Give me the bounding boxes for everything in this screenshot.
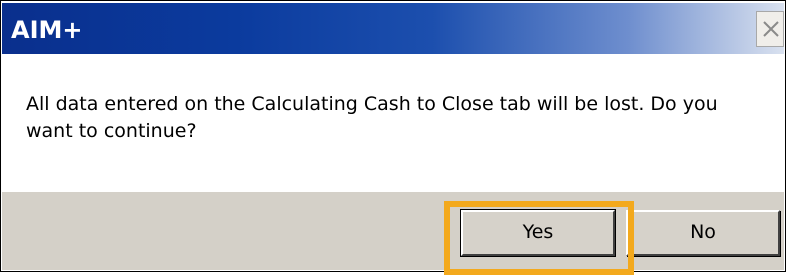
dialog-message: All data entered on the Calculating Cash… bbox=[26, 93, 718, 142]
close-button[interactable] bbox=[756, 11, 784, 47]
no-button[interactable]: No bbox=[626, 210, 780, 256]
button-bar: Yes No bbox=[2, 192, 784, 270]
close-icon bbox=[763, 21, 779, 37]
title-bar: AIM+ bbox=[2, 3, 784, 54]
confirm-dialog: AIM+ All data entered on the Calculating… bbox=[0, 0, 786, 272]
yes-button[interactable]: Yes bbox=[460, 209, 616, 257]
window-title: AIM+ bbox=[11, 16, 83, 44]
